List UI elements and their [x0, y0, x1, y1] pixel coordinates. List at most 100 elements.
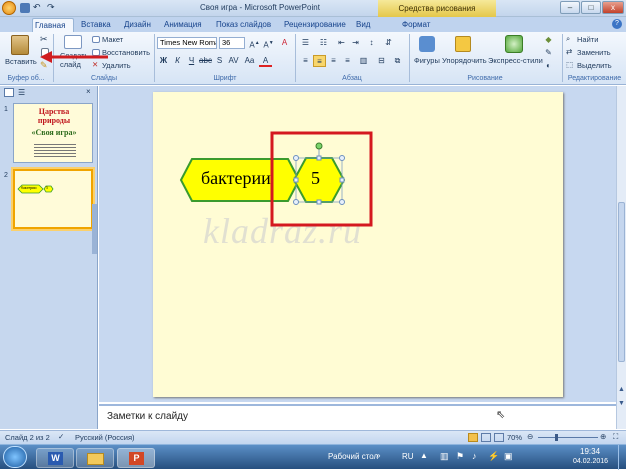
increase-indent-icon[interactable]: ⇥ — [349, 37, 362, 49]
tab-format[interactable]: Формат — [400, 18, 432, 32]
show-desktop-button[interactable] — [618, 445, 626, 470]
arrange-button[interactable]: Упорядочить — [442, 56, 487, 65]
zoom-out-icon[interactable]: ⊖ — [527, 432, 533, 441]
slideshow-view-icon[interactable] — [494, 433, 504, 442]
quick-styles-button[interactable]: Экспресс-стили — [488, 56, 543, 65]
clear-format-icon[interactable]: A — [278, 37, 291, 49]
tab-slideshow[interactable]: Показ слайдов — [214, 18, 273, 32]
align-text-icon[interactable]: ⊟ — [375, 55, 388, 67]
text-direction-icon[interactable]: ⇵ — [382, 37, 395, 49]
normal-view-icon[interactable] — [468, 433, 478, 442]
close-button[interactable]: x — [602, 1, 624, 14]
tab-insert[interactable]: Вставка — [79, 18, 113, 32]
redo-icon[interactable]: ↷ — [47, 2, 55, 13]
font-size-combo[interactable]: 36 — [219, 37, 245, 49]
slide-thumbnail-2[interactable]: бактерии 5 — [13, 169, 93, 229]
decrease-indent-icon[interactable]: ⇤ — [335, 37, 348, 49]
underline-icon[interactable]: Ч — [185, 55, 198, 67]
prev-slide-icon[interactable]: ▲ — [618, 386, 625, 393]
notes-pane[interactable]: Заметки к слайду — [99, 404, 616, 428]
grow-font-icon[interactable]: A▲ — [248, 37, 261, 50]
tab-design[interactable]: Дизайн — [122, 18, 153, 32]
arrange-icon[interactable] — [455, 36, 471, 52]
minimize-button[interactable]: – — [560, 1, 580, 14]
language-bar[interactable]: RU — [402, 452, 414, 461]
tab-home[interactable]: Главная — [32, 18, 74, 32]
shape-outline-icon[interactable]: ✎ — [542, 47, 555, 59]
shape-effects-icon[interactable]: ◐ — [542, 60, 555, 72]
align-center-icon[interactable]: ≡ — [313, 55, 326, 67]
clock-date[interactable]: 04.02.2016 — [573, 458, 608, 465]
shape-fill-icon[interactable]: ◆ — [542, 34, 555, 46]
spacing-icon[interactable]: AV — [227, 55, 240, 67]
maximize-button[interactable]: □ — [581, 1, 601, 14]
pane-splitter[interactable] — [92, 204, 97, 254]
next-slide-icon[interactable]: ▼ — [618, 400, 625, 407]
layout-button[interactable]: Макет — [102, 35, 123, 44]
save-icon[interactable] — [20, 3, 30, 13]
replace-button[interactable]: Заменить — [577, 48, 611, 57]
find-button[interactable]: Найти — [577, 35, 598, 44]
numbering-icon[interactable]: ☷ — [317, 37, 330, 49]
word-app-icon[interactable]: W — [36, 448, 74, 468]
monitor-icon[interactable]: ▣ — [504, 451, 513, 462]
shapes-button[interactable]: Фигуры — [414, 56, 440, 65]
shadow-icon[interactable]: S — [213, 55, 226, 67]
quick-styles-icon[interactable] — [505, 35, 523, 53]
outline-tab-icon[interactable]: ☰ — [18, 88, 25, 97]
italic-icon[interactable]: К — [171, 55, 184, 67]
align-right-icon[interactable]: ≡ — [327, 55, 340, 67]
office-button-icon[interactable] — [2, 1, 16, 15]
powerpoint-app-icon[interactable]: P — [117, 448, 155, 468]
zoom-slider[interactable] — [538, 437, 598, 438]
value-label[interactable]: 5 — [311, 168, 320, 189]
zoom-in-icon[interactable]: ⊕ — [600, 432, 606, 441]
close-pane-icon[interactable]: × — [86, 87, 91, 96]
case-icon[interactable]: Aa — [243, 55, 256, 67]
zoom-level[interactable]: 70% — [507, 433, 522, 442]
flag-icon[interactable]: ⚑ — [456, 451, 464, 462]
power-icon[interactable]: ⚡ — [488, 451, 499, 462]
strikethrough-icon[interactable]: abc — [199, 55, 212, 67]
network-icon[interactable]: ▥ — [440, 451, 449, 462]
shapes-icon[interactable] — [419, 36, 435, 52]
category-label[interactable]: бактерии — [201, 168, 271, 189]
tab-review[interactable]: Рецензирование — [282, 18, 348, 32]
tray-expand-icon[interactable]: » — [376, 451, 380, 460]
line-spacing-icon[interactable]: ↕ — [365, 37, 378, 49]
slide-thumbnail-1[interactable]: Царства природы «Своя игра» — [13, 103, 93, 163]
font-color-icon[interactable]: A — [259, 55, 272, 67]
paste-button[interactable]: Вставить — [5, 57, 37, 66]
undo-icon[interactable]: ↶ — [33, 2, 41, 13]
columns-icon[interactable]: ▥ — [357, 55, 370, 67]
paste-icon[interactable] — [11, 35, 29, 55]
desktop-toolbar[interactable]: Рабочий стол — [328, 452, 378, 461]
new-slide-icon[interactable] — [64, 35, 82, 49]
bold-icon[interactable]: Ж — [157, 55, 170, 67]
zoom-slider-thumb[interactable] — [555, 434, 558, 441]
slide-sorter-icon[interactable] — [481, 433, 491, 442]
tray-arrow-icon[interactable]: ▲ — [420, 451, 428, 460]
slide-canvas[interactable]: kladraz.ru бактерии 5 — [153, 92, 563, 397]
smartart-icon[interactable]: ⧉ — [391, 55, 404, 67]
help-icon[interactable]: ? — [612, 19, 622, 29]
align-left-icon[interactable]: ≡ — [299, 55, 312, 67]
select-button[interactable]: Выделить — [577, 61, 612, 70]
tab-animation[interactable]: Анимация — [162, 18, 204, 32]
bullets-icon[interactable]: ☰ — [299, 37, 312, 49]
language-indicator[interactable]: Русский (Россия) — [75, 433, 135, 442]
shrink-font-icon[interactable]: A▼ — [262, 37, 275, 50]
slides-tab-icon[interactable] — [4, 88, 14, 97]
font-name-combo[interactable]: Times New Roma — [157, 37, 217, 49]
spellcheck-icon[interactable]: ✓ — [58, 432, 64, 441]
folder-app-icon[interactable] — [76, 448, 114, 468]
scroll-thumb[interactable] — [618, 202, 625, 362]
clock-time[interactable]: 19:34 — [580, 447, 600, 456]
tab-view[interactable]: Вид — [354, 18, 372, 32]
vertical-scrollbar[interactable]: ▲ ▼ — [616, 86, 626, 429]
cut-icon[interactable]: ✂ — [40, 34, 48, 45]
fit-slide-icon[interactable]: ⛶ — [613, 432, 618, 442]
start-button[interactable] — [3, 446, 27, 468]
justify-icon[interactable]: ≡ — [341, 55, 354, 67]
speaker-icon[interactable]: ♪ — [472, 451, 477, 461]
